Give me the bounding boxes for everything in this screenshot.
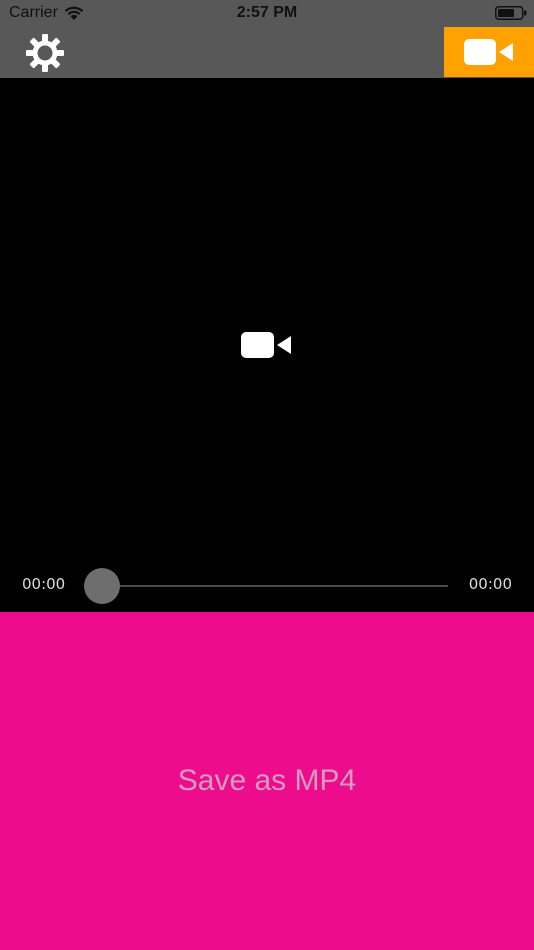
scrubber-thumb[interactable] xyxy=(84,568,120,604)
video-camera-icon xyxy=(464,39,513,65)
video-camera-icon xyxy=(241,332,291,358)
save-button-label: Save as MP4 xyxy=(177,764,357,797)
clock-label: 2:57 PM xyxy=(236,4,298,21)
save-as-mp4-button[interactable]: Save as MP4 xyxy=(0,612,534,950)
gear-icon xyxy=(26,34,64,72)
scrubber-track[interactable] xyxy=(102,585,448,587)
current-time-label: 00:00 xyxy=(22,575,66,593)
toolbar xyxy=(0,27,534,78)
record-video-button[interactable] xyxy=(444,27,534,77)
video-preview[interactable]: 00:00 00:00 xyxy=(0,78,534,612)
settings-button[interactable] xyxy=(24,32,66,74)
status-bar: Carrier 2:57 PM xyxy=(0,0,534,27)
battery-icon xyxy=(495,6,527,20)
total-time-label: 00:00 xyxy=(468,575,512,593)
